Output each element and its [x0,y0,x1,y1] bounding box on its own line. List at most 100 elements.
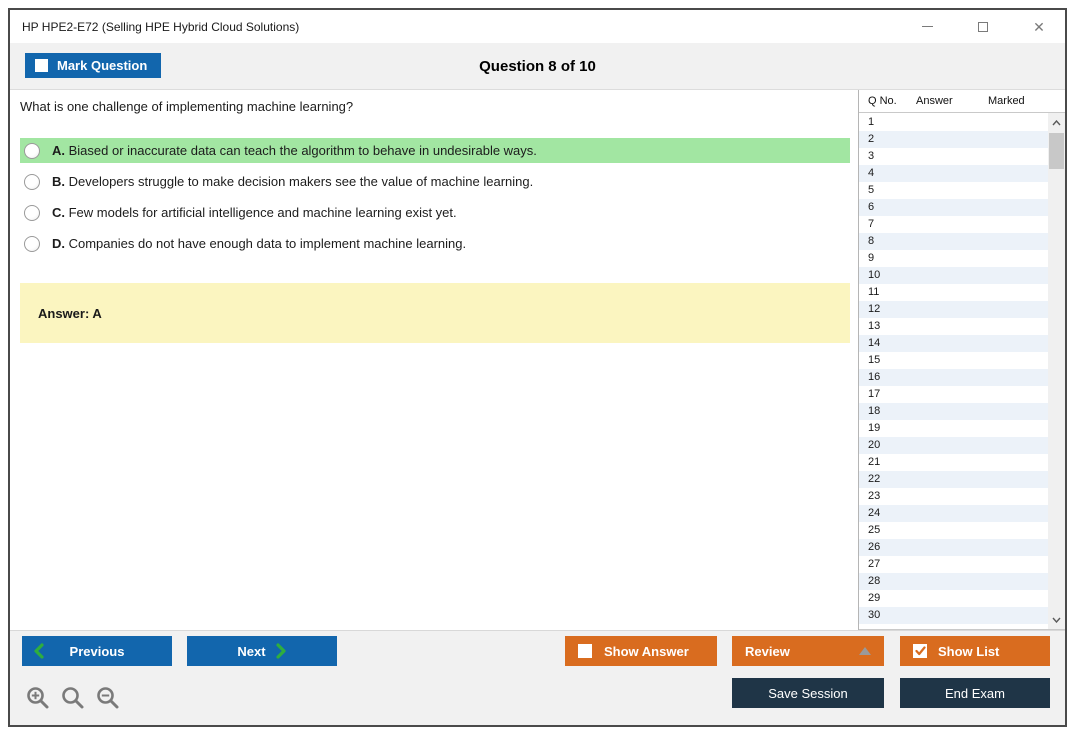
next-button[interactable]: Next [187,636,337,666]
question-list-row[interactable]: 12 [859,301,1048,318]
row-answer [916,318,988,335]
save-session-button[interactable]: Save Session [732,678,884,708]
radio-icon[interactable] [24,204,40,221]
maximize-button[interactable] [975,19,991,35]
row-marked [988,199,1048,216]
window-controls: ✕ [919,19,1065,35]
row-answer [916,284,988,301]
zoom-in-icon[interactable] [25,685,51,711]
row-marked [988,301,1048,318]
question-list-row[interactable]: 4 [859,165,1048,182]
row-qno: 17 [868,388,881,400]
question-list: 1 2 3 4 5 6 7 8 9 10 11 12 13 14 15 16 17 18 19 20 21 22 23 24 2… [859,114,1048,624]
title-bar: HP HPE2-E72 (Selling HPE Hybrid Cloud So… [10,10,1065,43]
row-marked [988,267,1048,284]
row-answer [916,539,988,556]
row-marked [988,386,1048,403]
question-list-row[interactable]: 22 [859,471,1048,488]
question-list-row[interactable]: 18 [859,403,1048,420]
scrollbar-thumb[interactable] [1049,133,1064,169]
zoom-reset-icon[interactable] [60,685,86,711]
question-list-row[interactable]: 24 [859,505,1048,522]
question-list-row[interactable]: 13 [859,318,1048,335]
dropdown-up-icon [859,647,871,655]
mark-question-button[interactable]: Mark Question [25,53,162,78]
end-exam-button[interactable]: End Exam [900,678,1050,708]
row-qno: 27 [868,558,881,570]
row-qno: 5 [868,184,875,196]
page-background: HP HPE2-E72 (Selling HPE Hybrid Cloud So… [0,0,1075,735]
row-marked [988,556,1048,573]
question-list-row[interactable]: 27 [859,556,1048,573]
window-title: HP HPE2-E72 (Selling HPE Hybrid Cloud So… [22,19,300,34]
question-list-row[interactable]: 19 [859,420,1048,437]
row-answer [916,386,988,403]
row-marked [988,590,1048,607]
close-button[interactable]: ✕ [1031,19,1047,35]
row-marked [988,352,1048,369]
row-answer [916,301,988,318]
question-list-row[interactable]: 2 [859,131,1048,148]
question-list-row[interactable]: 14 [859,335,1048,352]
option-b[interactable]: B. Developers struggle to make decision … [20,169,850,194]
chevron-left-icon [33,643,44,659]
row-marked [988,216,1048,233]
row-marked [988,522,1048,539]
row-qno: 30 [868,609,881,621]
question-list-row[interactable]: 29 [859,590,1048,607]
end-exam-label: End Exam [945,685,1005,701]
question-list-row[interactable]: 3 [859,148,1048,165]
radio-icon[interactable] [24,142,40,159]
question-list-row[interactable]: 5 [859,182,1048,199]
question-list-row[interactable]: 10 [859,267,1048,284]
question-list-row[interactable]: 21 [859,454,1048,471]
question-list-row[interactable]: 17 [859,386,1048,403]
question-list-row[interactable]: 11 [859,284,1048,301]
option-text: A. Biased or inaccurate data can teach t… [52,143,537,158]
question-list-row[interactable]: 9 [859,250,1048,267]
question-list-row[interactable]: 1 [859,114,1048,131]
zoom-out-icon[interactable] [95,685,121,711]
previous-button[interactable]: Previous [22,636,172,666]
option-a[interactable]: A. Biased or inaccurate data can teach t… [20,138,850,163]
row-answer [916,352,988,369]
radio-icon[interactable] [24,235,40,252]
mark-question-checkbox[interactable] [35,59,48,72]
show-list-button[interactable]: Show List [900,636,1050,666]
question-list-row[interactable]: 28 [859,573,1048,590]
scrollbar[interactable] [1048,113,1065,629]
question-list-header: Q No. Answer Marked [859,90,1065,113]
question-list-row[interactable]: 16 [859,369,1048,386]
row-qno: 16 [868,371,881,383]
show-answer-checkbox[interactable] [578,644,592,658]
row-marked [988,165,1048,182]
review-button[interactable]: Review [732,636,884,666]
show-answer-button[interactable]: Show Answer [565,636,717,666]
question-list-row[interactable]: 23 [859,488,1048,505]
row-answer [916,335,988,352]
question-list-row[interactable]: 8 [859,233,1048,250]
question-list-row[interactable]: 30 [859,607,1048,624]
question-list-row[interactable]: 20 [859,437,1048,454]
question-list-row[interactable]: 6 [859,199,1048,216]
show-list-label: Show List [938,643,1000,659]
row-marked [988,488,1048,505]
minimize-button[interactable] [919,19,935,35]
question-list-body: 1 2 3 4 5 6 7 8 9 10 11 12 13 14 15 16 17 18 19 20 21 22 23 24 2… [859,113,1065,630]
question-list-row[interactable]: 26 [859,539,1048,556]
option-d[interactable]: D. Companies do not have enough data to … [20,231,850,256]
row-answer [916,250,988,267]
scroll-up-icon[interactable] [1048,114,1065,131]
row-marked [988,607,1048,624]
row-answer [916,267,988,284]
option-text: B. Developers struggle to make decision … [52,174,534,189]
question-list-row[interactable]: 15 [859,352,1048,369]
question-list-row[interactable]: 7 [859,216,1048,233]
question-list-row[interactable]: 25 [859,522,1048,539]
option-c[interactable]: C. Few models for artificial intelligenc… [20,200,850,225]
show-list-checkbox[interactable] [913,644,927,658]
scroll-down-icon[interactable] [1048,611,1065,628]
row-marked [988,250,1048,267]
row-answer [916,505,988,522]
radio-icon[interactable] [24,173,40,190]
